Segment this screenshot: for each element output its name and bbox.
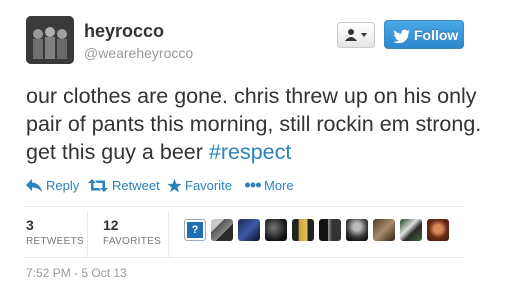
divider: [26, 206, 464, 207]
retweets-stat[interactable]: 3 RETWEETS: [26, 217, 84, 247]
reply-label: Reply: [46, 178, 80, 193]
favoriter-avatar[interactable]: [238, 219, 260, 241]
favoriter-avatar[interactable]: [319, 219, 341, 241]
favoriter-avatar[interactable]: [346, 219, 368, 241]
avatar[interactable]: [26, 16, 74, 64]
more-label: More: [264, 178, 294, 193]
retweet-label: Retweet: [112, 178, 160, 193]
divider: [26, 257, 464, 258]
favoriter-avatar[interactable]: [373, 219, 395, 241]
display-name[interactable]: heyrocco: [84, 21, 164, 42]
more-dots-icon: [245, 182, 261, 188]
tweet-text: our clothes are gone. chris threw up on …: [26, 82, 486, 166]
hashtag-link[interactable]: #respect: [209, 140, 291, 164]
favoriter-avatar[interactable]: [211, 219, 233, 241]
user-handle[interactable]: @weareheyrocco: [84, 45, 193, 61]
favorites-label: FAVORITES: [103, 236, 162, 247]
tweet-timestamp[interactable]: 7:52 PM - 5 Oct 13: [26, 266, 127, 280]
favoriter-avatar[interactable]: [427, 219, 449, 241]
stat-divider: [87, 211, 88, 257]
retweets-count: 3: [26, 217, 34, 233]
stat-divider: [168, 211, 169, 257]
favorites-count: 12: [103, 217, 119, 233]
user-dropdown-icon: [345, 29, 367, 41]
retweets-label: RETWEETS: [26, 236, 84, 247]
default-avatar-icon: ?: [187, 222, 203, 238]
reply-icon: [26, 179, 42, 192]
favorite-label: Favorite: [185, 178, 232, 193]
favoriter-avatar[interactable]: [292, 219, 314, 241]
twitter-bird-icon: [393, 29, 410, 43]
favoriter-avatar[interactable]: [265, 219, 287, 241]
star-icon: [167, 179, 182, 193]
retweet-icon: [88, 179, 108, 192]
favoriter-avatar[interactable]: ?: [184, 219, 206, 241]
follow-button[interactable]: Follow: [384, 20, 464, 49]
favorites-stat[interactable]: 12 FAVORITES: [103, 217, 161, 247]
user-actions-dropdown[interactable]: [337, 22, 375, 48]
favoriter-avatar[interactable]: [400, 219, 422, 241]
follow-label: Follow: [414, 27, 459, 43]
